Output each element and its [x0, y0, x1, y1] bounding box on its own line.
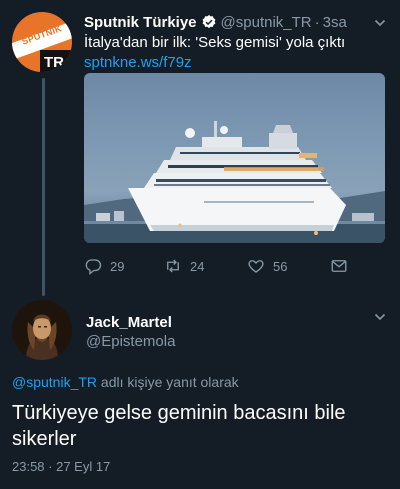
author-handle[interactable]: @sputnik_TR — [221, 14, 312, 31]
cruise-ship-photo — [84, 121, 385, 243]
like-button[interactable]: 56 — [247, 256, 287, 276]
tweet-header: Sputnik Türkiye @sputnik_TR · 3sa — [84, 12, 347, 32]
reply-author-handle[interactable]: @Epistemola — [86, 333, 175, 350]
author-name[interactable]: Sputnik Türkiye — [84, 14, 197, 31]
reply-button[interactable]: 29 — [84, 256, 124, 276]
reply-to-suffix: adlı kişiye yanıt olarak — [97, 374, 239, 390]
reply-author-name[interactable]: Jack_Martel — [86, 314, 172, 331]
reply-context: @sputnik_TR adlı kişiye yanıt olarak — [12, 374, 239, 390]
retweet-count: 24 — [190, 258, 205, 274]
retweet-button[interactable]: 24 — [164, 256, 204, 276]
message-button[interactable] — [330, 256, 356, 276]
avatar-tr-badge: TR — [40, 50, 72, 72]
portrait-image — [12, 300, 72, 360]
tweet-text: İtalya'dan bir ilk: 'Seks gemisi' yola ç… — [84, 34, 346, 51]
reply-count: 29 — [110, 258, 125, 274]
retweet-icon — [167, 259, 179, 273]
tweet-media-image[interactable] — [84, 73, 385, 243]
heart-icon — [248, 260, 264, 273]
reply-to-mention[interactable]: @sputnik_TR — [12, 374, 97, 390]
reply-timestamp[interactable]: 23:58 · 27 Eyl 17 — [12, 459, 110, 474]
chevron-down-icon[interactable] — [374, 17, 386, 29]
separator-dot: · — [314, 13, 320, 31]
reply-icon — [85, 259, 102, 275]
verified-badge-icon — [201, 14, 217, 30]
reply-tweet-text: Türkiyeye gelse geminin bacasını bile si… — [12, 402, 346, 450]
tweet-actions: 29 24 56 — [84, 256, 374, 276]
chevron-down-icon[interactable] — [374, 311, 386, 323]
like-count: 56 — [273, 258, 288, 274]
tweet-time[interactable]: 3sa — [323, 14, 347, 31]
tweet-link[interactable]: sptnkne.ws/f79z — [84, 53, 192, 73]
jack-martel-avatar[interactable] — [12, 300, 72, 360]
sputnik-avatar[interactable]: SPUTNIK TR — [12, 12, 72, 72]
thread-line — [42, 78, 45, 296]
envelope-icon — [331, 260, 347, 272]
